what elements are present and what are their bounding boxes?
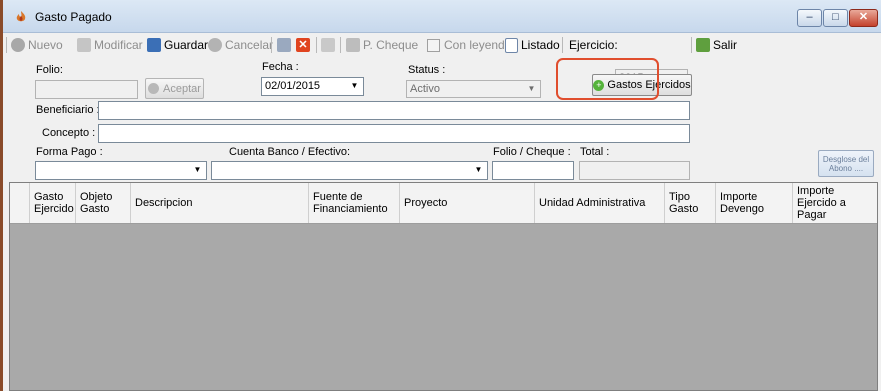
toolbar-separator (562, 37, 563, 53)
concepto-label: Concepto : (42, 127, 96, 139)
checkbox-box (427, 38, 440, 52)
lock-icon (321, 38, 335, 52)
check-circle-icon (148, 83, 160, 94)
toolbar-separator (271, 37, 272, 53)
chevron-down-icon: ▼ (527, 84, 536, 93)
document-icon (505, 37, 518, 53)
modificar-button[interactable]: Modificar (77, 37, 143, 53)
p-cheque-button[interactable]: P. Cheque (346, 37, 418, 53)
cancel-circle-icon (208, 38, 222, 52)
close-button[interactable]: ✕ (849, 9, 878, 27)
modificar-label: Modificar (94, 38, 143, 52)
forma-pago-label: Forma Pago : (36, 146, 103, 158)
save-icon (147, 38, 161, 52)
column-header[interactable]: Gasto Ejercido (30, 183, 76, 223)
toolbar-grip (6, 37, 7, 53)
flame-icon (16, 11, 26, 22)
ejercicio-label: Ejercicio: (569, 38, 618, 52)
view-icon (277, 38, 291, 52)
column-header[interactable]: Proyecto (400, 183, 535, 223)
column-header[interactable]: Importe Ejercido a Pagar (793, 183, 877, 223)
concepto-field[interactable] (98, 124, 690, 143)
aceptar-label: Aceptar (163, 82, 201, 95)
folio-label: Folio: (36, 64, 63, 76)
cuenta-label: Cuenta Banco / Efectivo: (229, 146, 351, 158)
salir-label: Salir (713, 38, 738, 52)
highlight-box (556, 58, 659, 100)
guardar-button[interactable]: Guardar (147, 37, 208, 53)
column-header[interactable]: Descripcion (131, 183, 309, 223)
gastos-grid[interactable]: Gasto Ejercido Objeto Gasto Descripcion … (9, 182, 878, 391)
listado-label: Listado (521, 38, 560, 52)
chevron-down-icon: ▼ (193, 165, 202, 174)
delete-button[interactable]: ✕ (296, 37, 313, 53)
chevron-down-icon: ▼ (474, 165, 483, 174)
gasto-pagado-window: Gasto Pagado – □ ✕ Nuevo Modificar Guard… (0, 0, 881, 391)
status-value: Activo (410, 83, 440, 95)
toolbar-separator (316, 37, 317, 53)
toolbar: Nuevo Modificar Guardar Cancelar ✕ P. Ch… (3, 33, 881, 87)
plus-circle-icon (11, 38, 25, 52)
status-select[interactable]: Activo ▼ (406, 80, 541, 98)
exit-icon (696, 38, 710, 52)
delete-x-icon: ✕ (296, 38, 310, 52)
fecha-label: Fecha : (262, 61, 299, 73)
nuevo-label: Nuevo (28, 38, 63, 52)
beneficiario-label: Beneficiario : (36, 104, 100, 116)
nuevo-button[interactable]: Nuevo (11, 37, 63, 53)
column-header[interactable]: Importe Devengo (716, 183, 793, 223)
folio-cheque-label: Folio / Cheque : (493, 146, 571, 158)
forma-pago-select[interactable]: ▼ (35, 161, 207, 180)
status-label: Status : (408, 64, 446, 76)
cuenta-select[interactable]: ▼ (211, 161, 488, 180)
desglose-abono-button[interactable]: Desglose del Abono .... (818, 150, 874, 177)
view-button[interactable] (277, 37, 294, 53)
total-label: Total : (580, 146, 610, 158)
printer-icon (346, 38, 360, 52)
column-header[interactable]: Fuente de Financiamiento (309, 183, 400, 223)
guardar-label: Guardar (164, 38, 209, 52)
column-header[interactable]: Unidad Administrativa (535, 183, 665, 223)
lock-button[interactable] (321, 37, 338, 53)
folio-field[interactable] (35, 80, 138, 99)
con-leyenda-label: Con leyenda (444, 38, 512, 52)
column-header[interactable]: Tipo Gasto (665, 183, 716, 223)
row-header-corner (10, 183, 30, 223)
total-field (579, 161, 690, 180)
fecha-picker[interactable]: 02/01/2015 ▼ (261, 77, 364, 96)
cancelar-button[interactable]: Cancelar (208, 37, 273, 53)
grid-header: Gasto Ejercido Objeto Gasto Descripcion … (10, 183, 877, 224)
window-title: Gasto Pagado (35, 10, 112, 24)
listado-button[interactable]: Listado (505, 37, 560, 53)
toolbar-separator (340, 37, 341, 53)
title-bar: Gasto Pagado – □ ✕ (3, 0, 881, 33)
column-header[interactable]: Objeto Gasto (76, 183, 131, 223)
beneficiario-field[interactable] (98, 101, 690, 120)
minimize-button[interactable]: – (797, 9, 822, 27)
maximize-button[interactable]: □ (823, 9, 848, 27)
salir-button[interactable]: Salir (696, 37, 737, 53)
aceptar-button[interactable]: Aceptar (145, 78, 204, 99)
con-leyenda-checkbox[interactable]: Con leyenda (427, 37, 511, 53)
folio-cheque-field[interactable] (492, 161, 574, 180)
toolbar-separator (691, 37, 692, 53)
fecha-value: 02/01/2015 (265, 80, 321, 92)
background-strip (0, 0, 3, 391)
chevron-down-icon: ▼ (350, 81, 359, 90)
edit-icon (77, 38, 91, 52)
p-cheque-label: P. Cheque (363, 38, 419, 52)
cancelar-label: Cancelar (225, 38, 274, 52)
